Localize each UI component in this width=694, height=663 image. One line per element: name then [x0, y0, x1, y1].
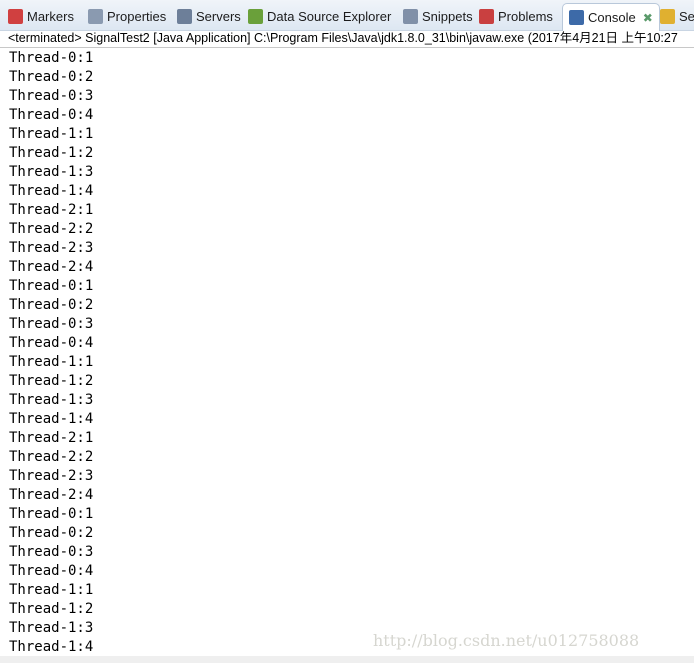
console-line: Thread-0:2 [9, 297, 94, 313]
console-line: Thread-1:2 [9, 145, 94, 161]
console-line: Thread-2:2 [9, 449, 94, 465]
console-line: Thread-0:2 [9, 69, 94, 85]
console-line: Thread-1:4 [9, 639, 94, 655]
data-source-explorer-icon [248, 8, 263, 24]
view-tab-bar: Console ✖ Se Markers Properties Servers Dat… [0, 0, 694, 31]
search-icon [660, 8, 675, 24]
tab-search[interactable]: Se [660, 5, 694, 27]
console-line: Thread-0:4 [9, 563, 94, 579]
console-line: Thread-2:4 [9, 487, 94, 503]
tab-console[interactable]: Console ✖ [562, 3, 660, 31]
tab-label: Snippets [422, 8, 473, 24]
console-line: Thread-1:3 [9, 164, 94, 180]
console-icon [569, 10, 584, 25]
console-line: Thread-0:1 [9, 506, 94, 522]
console-line: Thread-0:3 [9, 544, 94, 560]
console-line: Thread-1:3 [9, 392, 94, 408]
console-line: Thread-0:1 [9, 278, 94, 294]
properties-icon [88, 8, 103, 24]
console-line: Thread-2:1 [9, 430, 94, 446]
console-status-line: <terminated> SignalTest2 [Java Applicati… [8, 31, 678, 45]
tab-snippets[interactable]: Snippets [403, 5, 473, 27]
close-icon[interactable]: ✖ [643, 11, 653, 25]
tab-label: Se [679, 8, 694, 24]
console-output[interactable]: Thread-0:1 Thread-0:2 Thread-0:3 Thread-0:4… [9, 49, 93, 657]
horizontal-scrollbar[interactable] [0, 656, 694, 663]
tab-markers[interactable]: Markers [8, 5, 74, 27]
console-line: Thread-2:2 [9, 221, 94, 237]
tab-label: Data Source Explorer [267, 8, 392, 24]
tab-label: Console [588, 10, 636, 25]
console-line: Thread-2:3 [9, 468, 94, 484]
console-line: Thread-0:4 [9, 107, 94, 123]
problems-icon [479, 8, 494, 24]
console-line: Thread-1:4 [9, 183, 94, 199]
console-line: Thread-0:1 [9, 50, 94, 66]
console-line: Thread-0:2 [9, 525, 94, 541]
console-line: Thread-2:1 [9, 202, 94, 218]
tab-label: Markers [27, 8, 74, 24]
console-line: Thread-1:2 [9, 373, 94, 389]
console-line: Thread-2:4 [9, 259, 94, 275]
servers-icon [177, 8, 192, 24]
tab-label: Properties [107, 8, 167, 24]
console-line: Thread-1:1 [9, 126, 94, 142]
tab-problems[interactable]: Problems [479, 5, 553, 27]
tab-label: Problems [498, 8, 553, 24]
tab-data-source-explorer[interactable]: Data Source Explorer [248, 5, 391, 27]
console-line: Thread-1:1 [9, 354, 94, 370]
console-line: Thread-1:2 [9, 601, 94, 617]
snippets-icon [403, 8, 418, 24]
console-line: Thread-0:3 [9, 88, 94, 104]
console-line: Thread-1:4 [9, 411, 94, 427]
divider [0, 47, 694, 48]
tab-label: Servers [196, 8, 241, 24]
markers-icon [8, 8, 23, 24]
console-line: Thread-0:4 [9, 335, 94, 351]
console-line: Thread-1:1 [9, 582, 94, 598]
tab-servers[interactable]: Servers [177, 5, 241, 27]
watermark: http://blog.csdn.net/u012758088 [373, 631, 640, 650]
console-line: Thread-1:3 [9, 620, 94, 636]
console-line: Thread-0:3 [9, 316, 94, 332]
console-line: Thread-2:3 [9, 240, 94, 256]
tab-properties[interactable]: Properties [88, 5, 166, 27]
